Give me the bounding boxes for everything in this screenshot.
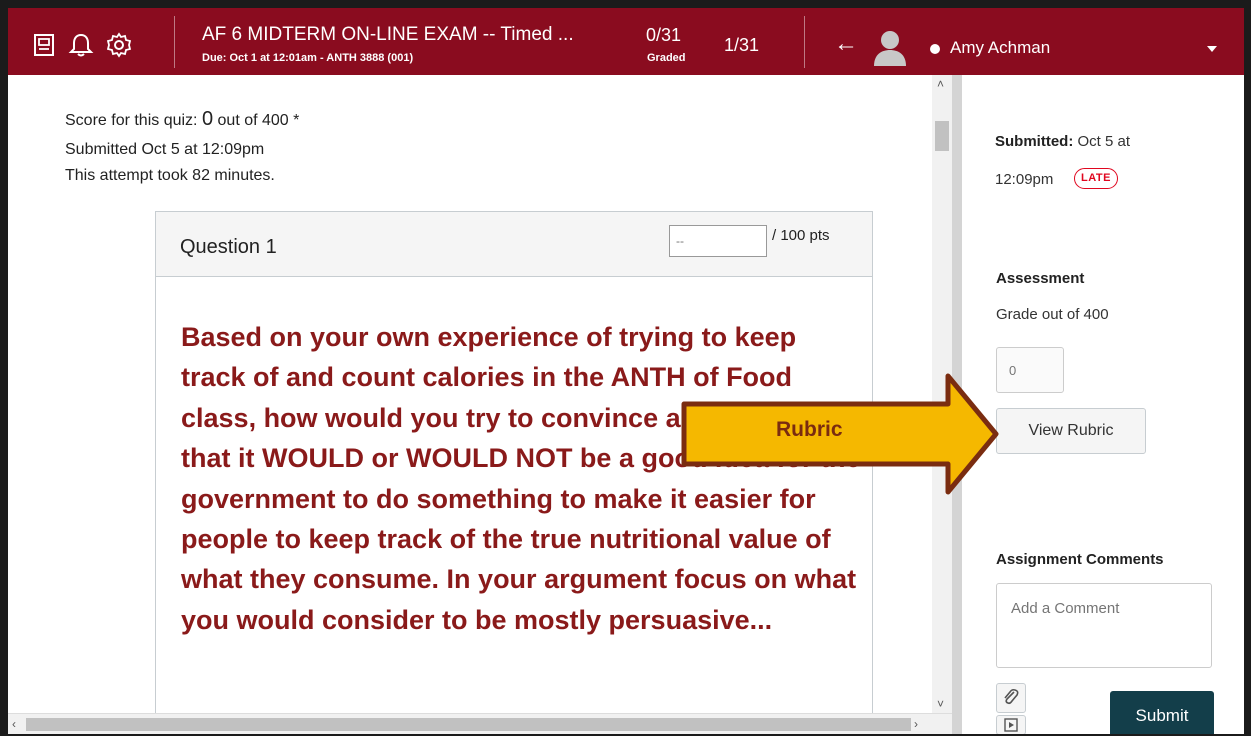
question-title: Question 1 <box>180 236 277 258</box>
bell-icon[interactable] <box>68 32 94 58</box>
horizontal-scrollbar[interactable]: ‹ › <box>8 713 952 734</box>
points-input[interactable] <box>669 225 767 257</box>
score-suffix: out of 400 * <box>213 112 300 129</box>
view-rubric-button[interactable]: View Rubric <box>996 408 1146 454</box>
question-header: Question 1 / 100 pts <box>156 212 872 277</box>
quiz-score: Score for this quiz: 0 out of 400 * <box>65 108 299 131</box>
student-position: 1/31 <box>724 35 760 55</box>
chevron-down-icon[interactable] <box>1207 46 1217 52</box>
attempt-duration: This attempt took 82 minutes. <box>65 167 275 184</box>
submitted-time: Submitted Oct 5 at 12:09pm <box>65 141 265 158</box>
header-divider <box>804 16 805 68</box>
scroll-right-icon[interactable]: › <box>914 717 918 731</box>
graded-label: Graded <box>647 52 686 64</box>
previous-student-icon[interactable]: ← <box>834 30 858 58</box>
graded-count: 0/31 <box>646 25 682 45</box>
top-bar: AF 6 MIDTERM ON-LINE EXAM -- Timed ... D… <box>8 8 1244 75</box>
scrollbar-thumb[interactable] <box>935 121 949 151</box>
grade-input[interactable] <box>996 347 1064 393</box>
grading-sidebar: Submitted: Oct 5 at 12:09pm LATE Assessm… <box>962 75 1244 734</box>
late-badge: LATE <box>1074 168 1118 189</box>
comments-heading: Assignment Comments <box>996 551 1164 568</box>
submitted-time-sidebar: 12:09pm <box>995 171 1054 188</box>
assessment-heading: Assessment <box>996 270 1085 287</box>
header-divider <box>174 16 175 68</box>
submitted-date: Oct 5 at <box>1073 133 1131 150</box>
paperclip-icon <box>1004 688 1019 705</box>
speedgrader-window: AF 6 MIDTERM ON-LINE EXAM -- Timed ... D… <box>8 8 1244 734</box>
media-comment-button[interactable] <box>996 715 1026 734</box>
scrollbar-thumb[interactable] <box>26 718 911 731</box>
score-value: 0 <box>201 108 214 130</box>
grade-out-of: Grade out of 400 <box>996 306 1109 323</box>
due-date: Due: Oct 1 at 12:01am - ANTH 3888 (001) <box>202 52 414 64</box>
submitted-info: Submitted: Oct 5 at <box>995 133 1130 150</box>
scroll-left-icon[interactable]: ‹ <box>12 717 16 731</box>
status-dot <box>930 44 940 54</box>
gear-icon[interactable] <box>106 32 132 58</box>
video-icon <box>1004 718 1018 732</box>
attach-file-button[interactable] <box>996 683 1026 713</box>
comment-input[interactable] <box>996 583 1212 668</box>
scroll-up-icon[interactable]: ˄ <box>937 77 944 91</box>
avatar <box>874 31 906 66</box>
student-select[interactable]: Amy Achman <box>950 38 1050 58</box>
assignment-title[interactable]: AF 6 MIDTERM ON-LINE EXAM -- Timed ... <box>202 24 574 46</box>
callout-label: Rubric <box>776 418 843 441</box>
points-label: / 100 pts <box>772 227 830 244</box>
submitted-label: Submitted: <box>995 133 1074 150</box>
submit-comment-button[interactable]: Submit <box>1110 691 1214 734</box>
scroll-down-icon[interactable]: ˅ <box>937 697 944 711</box>
score-prefix: Score for this quiz: <box>65 112 202 129</box>
gradebook-icon[interactable] <box>32 32 58 58</box>
